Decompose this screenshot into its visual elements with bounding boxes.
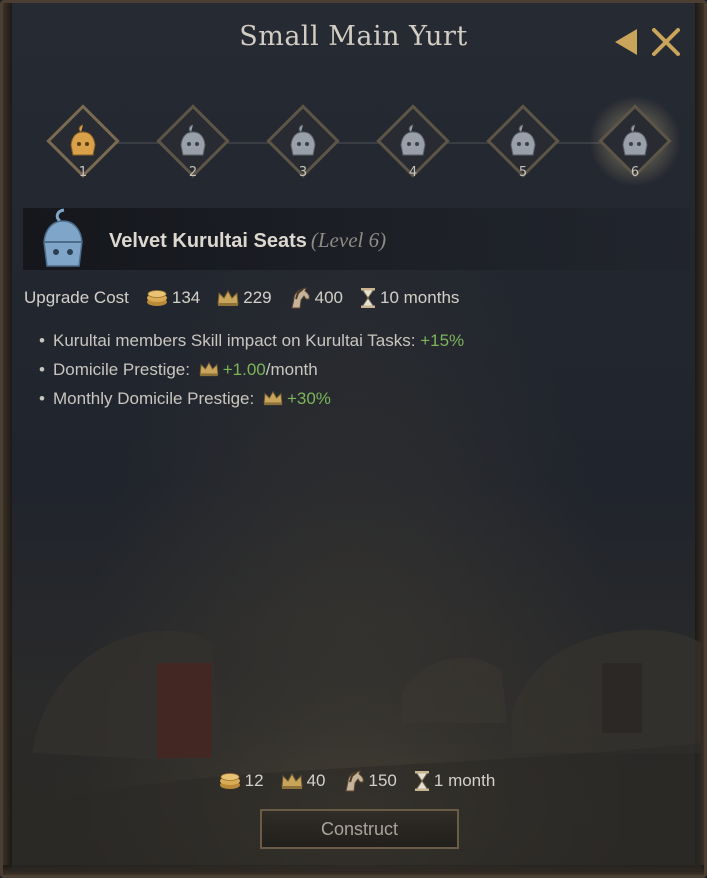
level-3-button[interactable]: 3: [263, 104, 343, 185]
effect-item: • Monthly Domicile Prestige: +30%: [39, 388, 679, 417]
effect-text: Domicile Prestige:: [53, 360, 195, 379]
level-5-button[interactable]: 5: [483, 104, 563, 185]
upgrade-header: Velvet Kurultai Seats (Level 6): [23, 208, 690, 270]
bullet: •: [39, 331, 45, 350]
prestige-cost: 40: [280, 770, 326, 792]
effects-list: • Kurultai members Skill impact on Kurul…: [39, 330, 679, 417]
upgrade-cost-row: Upgrade Cost 134 229 400 10 months: [24, 286, 459, 310]
prestige-cost: 229: [216, 288, 272, 308]
level-number: 1: [78, 165, 88, 180]
construct-cost-row: 12 40 150 1 month: [3, 770, 704, 792]
crown-icon: [217, 289, 239, 306]
upgrade-name: Velvet Kurultai Seats: [109, 230, 307, 252]
herd-cost: 400: [288, 287, 343, 309]
level-number: 5: [518, 165, 528, 180]
level-2-button[interactable]: 2: [153, 104, 233, 185]
gold-cost: 134: [145, 288, 200, 308]
level-number: 3: [298, 165, 308, 180]
hourglass-icon: [414, 771, 429, 791]
upgrade-level: (Level 6): [310, 228, 387, 252]
herd-cost-value: 150: [368, 771, 397, 790]
time-cost-value: 1 month: [433, 771, 496, 790]
prestige-cost-value: 40: [306, 771, 326, 790]
window-title: Small Main Yurt: [239, 21, 468, 52]
upgrade-title: Velvet Kurultai Seats (Level 6): [109, 228, 386, 253]
gold-cost: 12: [218, 770, 264, 792]
building-window: Small Main Yurt 1 2 3 4 5 6 Velvet Kurul…: [0, 0, 707, 878]
close-icon[interactable]: [649, 25, 683, 59]
crown-icon: [199, 361, 219, 377]
kurultai-icon: [180, 124, 206, 156]
herd-cost: 150: [342, 770, 397, 792]
herd-cost-value: 400: [314, 288, 344, 307]
bullet: •: [39, 389, 45, 408]
horse-icon: [291, 287, 310, 309]
back-arrow-icon[interactable]: [615, 29, 637, 55]
time-cost-value: 10 months: [380, 288, 460, 307]
effect-value: +1.00: [222, 360, 266, 379]
level-track: 1 2 3 4 5 6: [23, 95, 690, 195]
kurultai-icon: [510, 124, 536, 156]
effect-suffix: /month: [265, 360, 318, 379]
level-number: 4: [408, 165, 418, 180]
hourglass-icon: [361, 288, 376, 308]
level-4-button[interactable]: 4: [373, 104, 453, 185]
effect-value: +15%: [420, 331, 465, 350]
gold-icon: [146, 290, 167, 306]
effect-value: +30%: [286, 389, 331, 408]
prestige-cost-value: 229: [243, 288, 272, 307]
level-number: 2: [188, 165, 198, 180]
crown-icon: [281, 772, 303, 789]
level-1-button[interactable]: 1: [43, 104, 123, 185]
effect-text: Monthly Domicile Prestige:: [53, 389, 259, 408]
horse-icon: [344, 770, 364, 792]
gold-icon: [219, 773, 240, 789]
window-frame-left: [3, 3, 12, 875]
kurultai-icon: [70, 124, 96, 156]
bullet: •: [39, 360, 45, 379]
gold-cost-value: 12: [244, 771, 264, 790]
time-cost: 10 months: [359, 287, 459, 309]
kurultai-icon: [290, 124, 316, 156]
kurultai-icon: [43, 208, 83, 267]
effect-item: • Domicile Prestige: +1.00/month: [39, 359, 679, 388]
crown-icon: [263, 390, 283, 406]
upgrade-cost-label: Upgrade Cost: [24, 288, 129, 307]
gold-cost-value: 134: [171, 288, 201, 307]
kurultai-icon: [400, 124, 426, 156]
level-number: 6: [630, 165, 640, 180]
time-cost: 1 month: [413, 770, 495, 792]
level-6-button[interactable]: 6: [589, 95, 681, 187]
construct-button[interactable]: Construct: [260, 809, 459, 849]
effect-text: Kurultai members Skill impact on Kurulta…: [53, 331, 421, 350]
kurultai-icon: [622, 124, 648, 156]
effect-item: • Kurultai members Skill impact on Kurul…: [39, 330, 679, 359]
